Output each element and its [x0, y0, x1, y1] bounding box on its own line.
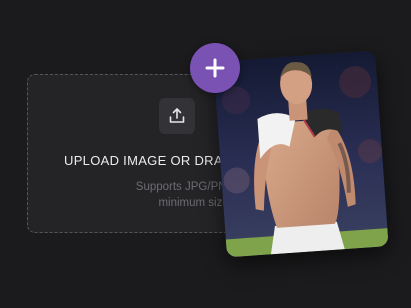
- upload-stage: UPLOAD IMAGE OR DRA Supports JPG/PNG for…: [0, 0, 411, 308]
- image-preview-card: [213, 50, 389, 258]
- add-image-button[interactable]: [190, 43, 240, 93]
- plus-icon: [205, 58, 225, 78]
- upload-icon[interactable]: [159, 98, 195, 134]
- upload-arrow-icon: [169, 108, 185, 123]
- preview-photo: [213, 50, 389, 258]
- dropzone-title: UPLOAD IMAGE OR DRA: [64, 153, 223, 168]
